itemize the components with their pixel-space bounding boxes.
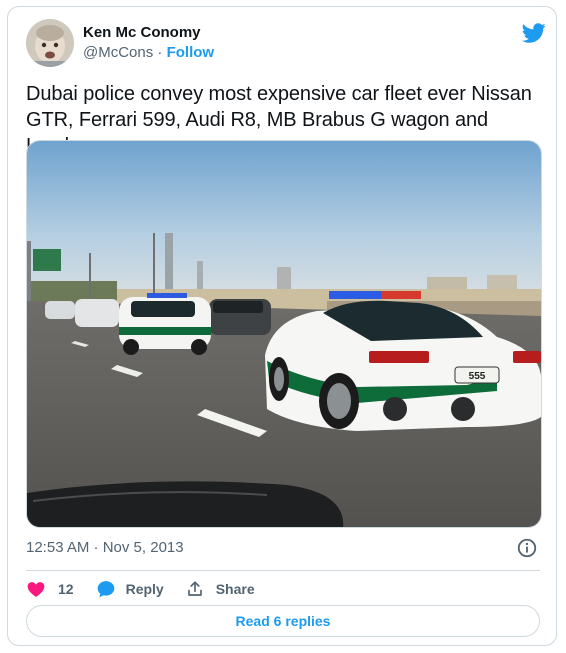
author-handle-row: @McCons · Follow <box>83 43 214 63</box>
tweet-card: Ken Mc Conomy @McCons · Follow Dubai pol… <box>7 6 557 646</box>
tweet-actions: 12 Reply Share <box>26 575 277 603</box>
author-display-name[interactable]: Ken Mc Conomy <box>83 23 214 43</box>
speech-bubble-icon <box>97 581 114 598</box>
police-cars-photo: 555 <box>27 141 541 527</box>
author-handle[interactable]: @McCons <box>83 44 153 61</box>
avatar[interactable] <box>26 19 74 67</box>
reply-label: Reply <box>125 581 164 597</box>
follow-button[interactable]: Follow <box>167 44 215 61</box>
reply-button[interactable]: Reply <box>96 579 164 599</box>
heart-icon <box>27 582 45 597</box>
info-icon[interactable] <box>516 537 538 559</box>
separator-dot: · <box>157 44 163 61</box>
tweet-timestamp[interactable]: 12:53 AM · Nov 5, 2013 <box>26 538 184 558</box>
like-button[interactable]: 12 <box>26 579 74 599</box>
share-button[interactable]: Share <box>186 580 255 598</box>
tweet-photo[interactable]: 555 <box>26 140 542 528</box>
read-replies-button[interactable]: Read 6 replies <box>26 605 540 637</box>
share-label: Share <box>215 581 255 597</box>
license-plate: 555 <box>469 371 486 382</box>
baby-avatar-image <box>26 19 74 67</box>
twitter-bird-icon[interactable] <box>522 21 546 45</box>
like-count: 12 <box>58 581 74 597</box>
tweet-header: Ken Mc Conomy @McCons · Follow <box>26 19 546 67</box>
divider <box>26 570 540 571</box>
share-icon <box>187 581 202 596</box>
author-info: Ken Mc Conomy @McCons · Follow <box>83 23 214 63</box>
